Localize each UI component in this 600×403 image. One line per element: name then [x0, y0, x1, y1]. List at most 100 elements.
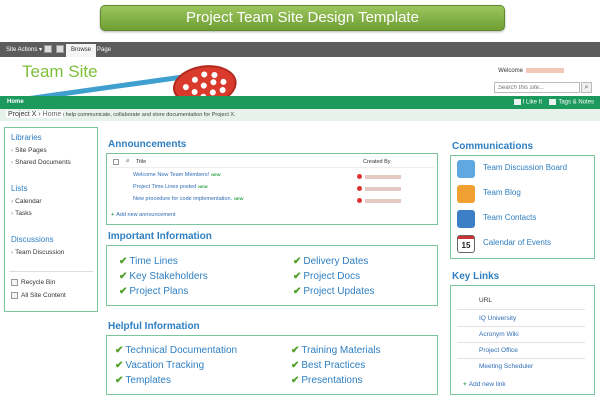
link-project-plans[interactable]: ✔ Project Plans: [119, 286, 188, 297]
communications-heading: Communications: [452, 141, 534, 152]
checkmark-icon: ✔: [291, 345, 300, 356]
select-all-checkbox[interactable]: [113, 159, 119, 165]
user-name-redacted: [526, 68, 564, 73]
welcome-label: Welcome: [498, 68, 523, 75]
communications-panel: Team Discussion Board Team Blog Team Con…: [450, 155, 595, 259]
nav-item-team-discussion[interactable]: › Team Discussion: [11, 249, 64, 256]
link-vacation-tracking[interactable]: ✔ Vacation Tracking: [115, 360, 204, 371]
thumbs-up-icon: [513, 99, 521, 105]
nav-heading-discussions[interactable]: Discussions: [11, 235, 54, 244]
presence-icon: [357, 198, 362, 203]
checkmark-icon: ✔: [291, 375, 300, 386]
site-content-icon: [11, 292, 18, 299]
checkmark-icon: ✔: [115, 360, 124, 371]
comm-discussion-board[interactable]: Team Discussion Board: [454, 158, 593, 181]
comm-team-contacts[interactable]: Team Contacts: [454, 208, 593, 231]
topnav-home-link[interactable]: Home: [7, 99, 24, 105]
breadcrumb-separator: ›: [38, 111, 41, 118]
calendar-icon: 15: [457, 235, 475, 253]
column-created-by[interactable]: Created By: [363, 159, 391, 165]
checkmark-icon: ✔: [119, 286, 128, 297]
checkmark-icon: ✔: [293, 256, 302, 267]
checkmark-icon: ✔: [293, 271, 302, 282]
link-presentations[interactable]: ✔ Presentations: [291, 375, 363, 386]
announcement-row[interactable]: Project Time Lines posted NEW: [133, 184, 433, 195]
key-link-project-office[interactable]: Project Office: [479, 347, 518, 354]
quick-launch: Libraries › Site Pages › Shared Documents …: [4, 127, 98, 312]
link-technical-documentation[interactable]: ✔ Technical Documentation: [115, 345, 237, 356]
sharepoint-page: Project Team Site Design Template Site A…: [0, 0, 600, 403]
add-new-link[interactable]: + Add new link: [463, 381, 506, 388]
nav-divider: [9, 271, 93, 272]
tags-notes-label: Tags & Notes: [558, 99, 594, 106]
key-link-iq-university[interactable]: IQ University: [479, 315, 516, 322]
key-links-column-url[interactable]: URL: [479, 297, 492, 304]
link-key-stakeholders[interactable]: ✔ Key Stakeholders: [119, 271, 208, 282]
comm-calendar-of-events[interactable]: 15 Calendar of Events: [454, 233, 593, 256]
all-site-content-link[interactable]: All Site Content: [11, 292, 66, 299]
column-title[interactable]: Title: [136, 159, 146, 165]
contacts-icon: [457, 210, 475, 228]
link-best-practices[interactable]: ✔ Best Practices: [291, 360, 365, 371]
nav-heading-lists[interactable]: Lists: [11, 184, 27, 193]
site-logo-title[interactable]: Team Site: [22, 62, 98, 82]
ribbon-bar: Site Actions ▾ Browse Page: [0, 42, 600, 57]
nav-item-site-pages[interactable]: › Site Pages: [11, 147, 47, 154]
site-header: Team Site Welcome ⌕: [0, 57, 600, 110]
link-delivery-dates[interactable]: ✔ Delivery Dates: [293, 256, 368, 267]
breadcrumb-current: Home: [42, 111, 62, 118]
nav-item-shared-documents[interactable]: › Shared Documents: [11, 159, 71, 166]
link-time-lines[interactable]: ✔ Time Lines: [119, 256, 178, 267]
comm-team-blog[interactable]: Team Blog: [454, 183, 593, 206]
important-info-panel: ✔ Time Lines ✔ Key Stakeholders ✔ Project P…: [106, 245, 438, 306]
discussion-board-icon: [457, 160, 475, 178]
tag-icon: [549, 99, 557, 105]
tab-page[interactable]: Page: [92, 44, 116, 57]
edit-page-icon[interactable]: [56, 45, 64, 53]
checkmark-icon: ✔: [115, 345, 124, 356]
nav-heading-libraries[interactable]: Libraries: [11, 133, 42, 142]
link-templates[interactable]: ✔ Templates: [115, 375, 171, 386]
author-redacted: [365, 175, 401, 179]
attachment-icon: ⌀: [126, 158, 130, 164]
add-new-announcement-link[interactable]: + Add new announcement: [111, 212, 176, 218]
i-like-it-label: I Like It: [522, 99, 542, 106]
link-training-materials[interactable]: ✔ Training Materials: [291, 345, 381, 356]
search-input[interactable]: [494, 82, 580, 93]
welcome-menu[interactable]: Welcome: [498, 68, 564, 74]
announcements-heading: Announcements: [108, 139, 187, 150]
blog-icon: [457, 185, 475, 203]
checkmark-icon: ✔: [119, 256, 128, 267]
announcement-row[interactable]: Welcome New Team Members! NEW: [133, 172, 433, 183]
tags-notes-button[interactable]: Tags & Notes: [549, 99, 594, 106]
site-actions-menu[interactable]: Site Actions ▾: [6, 46, 42, 53]
key-links-heading: Key Links: [452, 271, 500, 282]
key-link-meeting-scheduler[interactable]: Meeting Scheduler: [479, 363, 533, 370]
key-links-panel: URL IQ University Acronym Wiki Project O…: [450, 285, 595, 395]
announcements-header-row: ⌀ Title Created By: [110, 157, 434, 168]
search-icon[interactable]: ⌕: [581, 82, 592, 93]
presence-icon: [357, 174, 362, 179]
announcements-panel: ⌀ Title Created By Welcome New Team Memb…: [106, 153, 438, 225]
link-project-docs[interactable]: ✔ Project Docs: [293, 271, 360, 282]
add-icon: +: [463, 381, 467, 388]
breadcrumb-site-link[interactable]: Project X: [8, 111, 36, 118]
checkmark-icon: ✔: [291, 360, 300, 371]
author-redacted: [365, 199, 401, 203]
checkmark-icon: ✔: [115, 375, 124, 386]
link-project-updates[interactable]: ✔ Project Updates: [293, 286, 375, 297]
breadcrumb: Project X › Home: [6, 111, 64, 118]
i-like-it-button[interactable]: I Like It: [513, 99, 542, 106]
add-icon: +: [111, 212, 115, 218]
navigate-up-icon[interactable]: [44, 45, 52, 53]
nav-item-tasks[interactable]: › Tasks: [11, 210, 32, 217]
presence-icon: [357, 186, 362, 191]
checkmark-icon: ✔: [119, 271, 128, 282]
recycle-bin-link[interactable]: Recycle Bin: [11, 279, 55, 286]
key-link-acronym-wiki[interactable]: Acronym Wiki: [479, 331, 519, 338]
checkmark-icon: ✔: [293, 286, 302, 297]
author-redacted: [365, 187, 401, 191]
top-nav-bar: Home I Like It Tags & Notes: [0, 96, 600, 109]
announcement-row[interactable]: New procedure for code implementation. NE…: [133, 196, 433, 207]
nav-item-calendar[interactable]: › Calendar: [11, 198, 42, 205]
